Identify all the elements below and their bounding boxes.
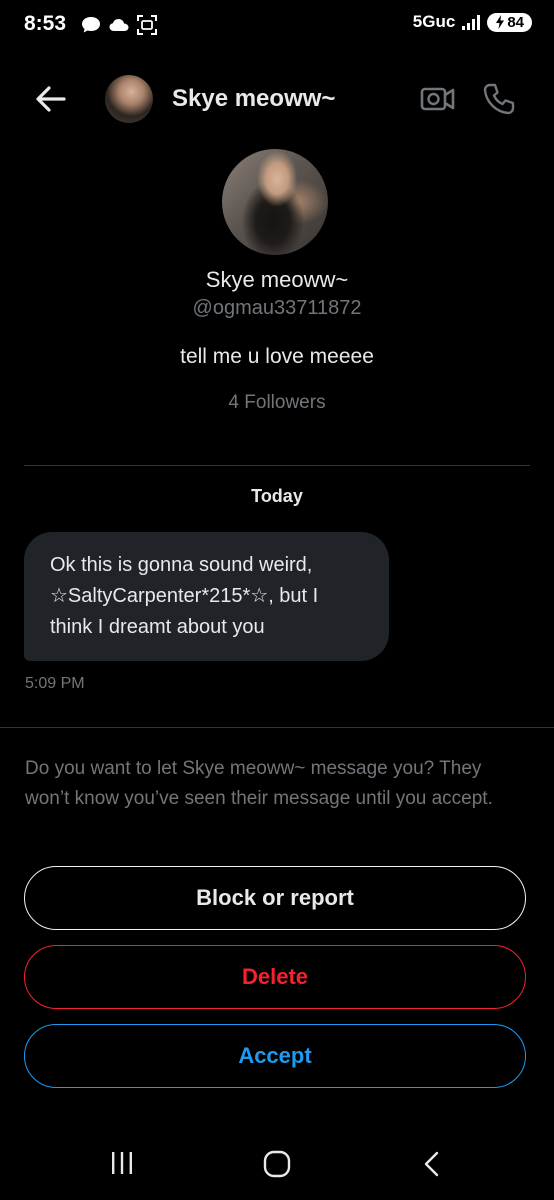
conversation-header: Skye meoww~ [0, 70, 554, 130]
status-notification-icons [80, 14, 158, 36]
message-timestamp: 5:09 PM [25, 675, 85, 692]
profile-handle: @ogmau33711872 [192, 297, 362, 319]
home-icon[interactable] [263, 1150, 291, 1178]
block-or-report-label: Block or report [196, 885, 354, 910]
status-bar: 8:53 5Guc 84 [0, 0, 554, 52]
profile-name[interactable]: Skye meoww~ [0, 267, 554, 293]
divider [24, 465, 530, 466]
profile-bio: tell me u love meeee [180, 345, 374, 368]
screenshot-icon [137, 15, 157, 35]
battery-level: 84 [507, 13, 524, 31]
message-request-prompt: Do you want to let Skye meoww~ message y… [25, 758, 493, 809]
battery-indicator: 84 [487, 12, 532, 32]
video-camera-icon[interactable] [420, 84, 456, 114]
delete-label: Delete [241, 964, 309, 989]
divider [0, 727, 554, 728]
system-nav-bar [0, 1130, 554, 1200]
arrow-left-icon[interactable] [34, 82, 68, 116]
network-label: 5Guc [412, 12, 456, 31]
delete-button[interactable]: Delete [24, 945, 526, 1009]
header-avatar[interactable] [105, 75, 153, 123]
date-separator: Today [251, 486, 303, 506]
cloud-icon [109, 19, 129, 31]
header-name[interactable]: Skye meoww~ [172, 85, 335, 113]
recents-icon[interactable] [108, 1150, 136, 1176]
message-bubble[interactable]: Ok this is gonna sound weird, ☆SaltyCarp… [24, 532, 389, 661]
phone-icon[interactable] [482, 82, 516, 116]
chat-bubble-icon [82, 17, 100, 33]
status-right-group: 5Guc 84 [413, 12, 532, 32]
accept-button[interactable]: Accept [24, 1024, 526, 1088]
profile-avatar[interactable] [222, 149, 328, 255]
accept-label: Accept [238, 1043, 312, 1068]
charging-bolt-icon [496, 15, 505, 29]
nav-back-icon[interactable] [420, 1150, 444, 1178]
signal-icon [462, 15, 481, 30]
profile-followers[interactable]: 4 Followers [0, 392, 554, 414]
status-time: 8:53 [24, 12, 67, 35]
block-or-report-button[interactable]: Block or report [24, 866, 526, 930]
